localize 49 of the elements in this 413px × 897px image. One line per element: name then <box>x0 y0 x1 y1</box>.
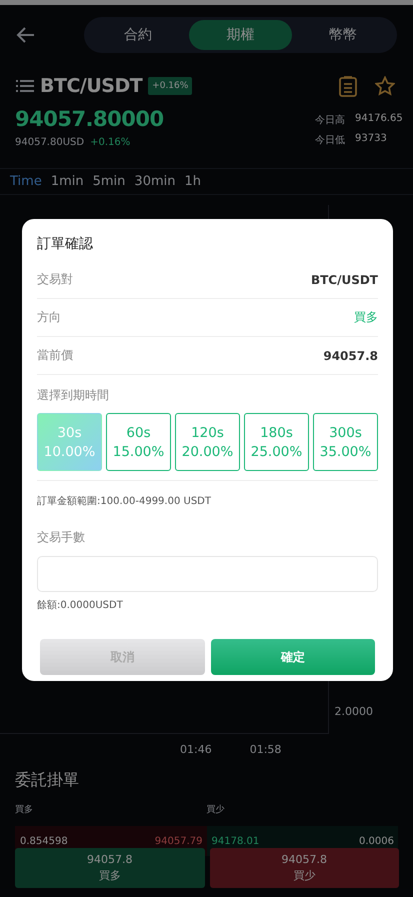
high-label: 今日高 <box>315 114 345 127</box>
ask-price: 94178.01 <box>212 836 260 849</box>
usd-price: 94057.80USD <box>15 137 84 148</box>
change-badge: +0.16% <box>148 77 192 95</box>
amount-label: 交易手數 <box>37 529 86 546</box>
mode-tab[interactable]: 合約 <box>87 20 190 50</box>
time-label: 01:58 <box>250 743 282 756</box>
duration-option[interactable]: 300s 35.00% <box>313 413 378 471</box>
duration-option[interactable]: 60s 15.00% <box>106 413 171 471</box>
field-value: BTC/USDT <box>310 272 378 286</box>
price-change: +0.16% <box>90 137 130 148</box>
last-price: 94057.80000 <box>15 107 164 131</box>
duration-label: 選擇到期時間 <box>37 387 110 404</box>
field-label: 當前價 <box>37 347 73 364</box>
duration-option[interactable]: 120s 20.00% <box>175 413 240 471</box>
field-value: 買多 <box>354 309 378 326</box>
ask-amount: 0.0006 <box>359 836 394 849</box>
trade-button[interactable]: 94057.8 買少 <box>210 848 399 888</box>
timeframe-tab[interactable]: 5min <box>86 174 128 189</box>
mode-tab[interactable]: 幣幣 <box>292 20 394 50</box>
time-label: 01:46 <box>180 743 212 756</box>
pair-symbol: BTC/USDT <box>40 75 142 97</box>
column-header: 買多 <box>15 804 34 816</box>
balance-text: 餘額:0.0000USDT <box>37 598 124 612</box>
timeframe-tab[interactable]: 30min <box>128 174 178 189</box>
field-label: 方向 <box>37 309 61 326</box>
menu-icon[interactable] <box>16 79 34 93</box>
clipboard-icon[interactable] <box>339 75 357 97</box>
timeframe-tab[interactable]: 1h <box>178 174 204 189</box>
field-value: 94057.8 <box>323 348 378 362</box>
back-arrow-icon[interactable] <box>16 25 36 45</box>
section-title: 委託掛單 <box>15 770 80 791</box>
amount-range-note: 訂單金額範圍:100.00-4999.00 USDT <box>37 494 212 508</box>
timeframe-tab[interactable]: Time <box>4 174 45 189</box>
field-label: 交易對 <box>37 271 73 288</box>
mode-tab[interactable]: 期權 <box>189 20 292 50</box>
trade-button[interactable]: 94057.8 買多 <box>15 848 204 888</box>
low-label: 今日低 <box>315 134 345 147</box>
low-value: 93733 <box>355 133 388 146</box>
star-icon[interactable] <box>375 76 395 96</box>
timeframe-tab[interactable]: 1min <box>44 174 87 189</box>
confirm-button[interactable]: 確定 <box>210 639 375 675</box>
duration-option[interactable]: 180s 25.00% <box>244 413 309 471</box>
amount-input[interactable] <box>37 556 378 592</box>
axis-label: 2.0000 <box>334 705 373 718</box>
dialog-title: 訂單確認 <box>37 235 94 253</box>
bid-price: 94057.79 <box>154 836 202 849</box>
bid-amount: 0.854598 <box>20 836 68 849</box>
column-header: 買少 <box>206 804 226 816</box>
